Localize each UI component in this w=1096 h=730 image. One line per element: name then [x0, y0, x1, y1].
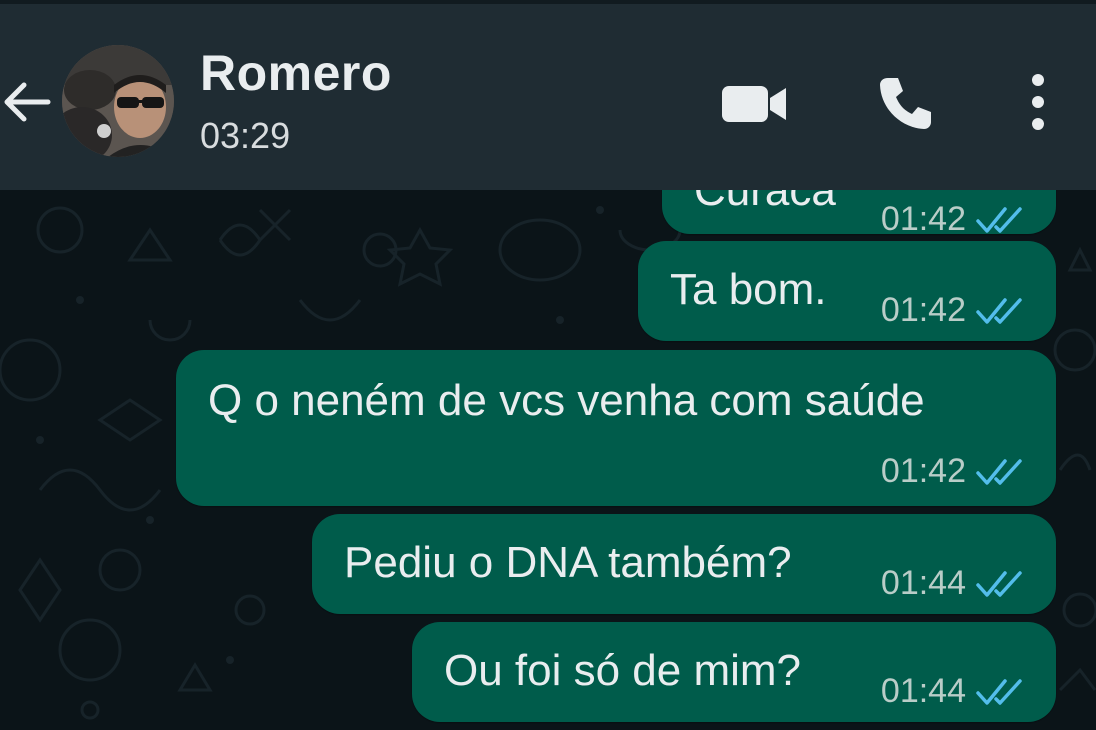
double-check-icon [976, 206, 1022, 233]
video-camera-icon[interactable] [720, 80, 788, 128]
avatar-photo [62, 45, 174, 157]
message-time: 01:44 [880, 672, 966, 710]
message-text: Q o neném de vcs venha com saúde [208, 376, 925, 425]
message-time: 01:42 [880, 200, 966, 238]
message-meta: 01:42 [881, 200, 1028, 239]
phone-icon[interactable] [876, 74, 934, 132]
message-bubble[interactable]: Ou foi só de mim? 01:44 [412, 622, 1056, 722]
arrow-left-icon[interactable] [0, 74, 56, 130]
message-meta: 01:42 [881, 452, 1028, 491]
status-bar-edge [0, 0, 1096, 4]
message-list[interactable]: Curaca 01:42 Ta bom. 01:42 Q o neném de … [0, 190, 1096, 730]
more-vertical-icon[interactable] [1018, 72, 1058, 132]
message-text: Curaca [694, 190, 836, 215]
message-text: Pediu o DNA também? [344, 538, 792, 587]
double-check-icon [976, 458, 1022, 485]
message-text: Ta bom. [670, 265, 827, 314]
message-bubble[interactable]: Curaca 01:42 [662, 190, 1056, 238]
message-bubble[interactable]: Ta bom. 01:42 [638, 241, 1056, 341]
contact-avatar[interactable] [62, 45, 174, 157]
message-meta: 01:42 [881, 291, 1028, 330]
message-meta: 01:44 [881, 672, 1028, 711]
message-text: Ou foi só de mim? [444, 646, 802, 695]
message-bubble[interactable]: Q o neném de vcs venha com saúde 01:42 [176, 350, 1056, 506]
double-check-icon [976, 678, 1022, 705]
contact-status: 03:29 [200, 115, 291, 156]
contact-name[interactable]: Romero [200, 44, 392, 102]
message-time: 01:42 [880, 291, 966, 329]
double-check-icon [976, 297, 1022, 324]
message-time: 01:42 [880, 452, 966, 490]
double-check-icon [976, 570, 1022, 597]
message-time: 01:44 [880, 564, 966, 602]
chat-header: Romero 03:29 [0, 0, 1096, 190]
message-bubble[interactable]: Pediu o DNA também? 01:44 [312, 514, 1056, 614]
message-meta: 01:44 [881, 564, 1028, 603]
